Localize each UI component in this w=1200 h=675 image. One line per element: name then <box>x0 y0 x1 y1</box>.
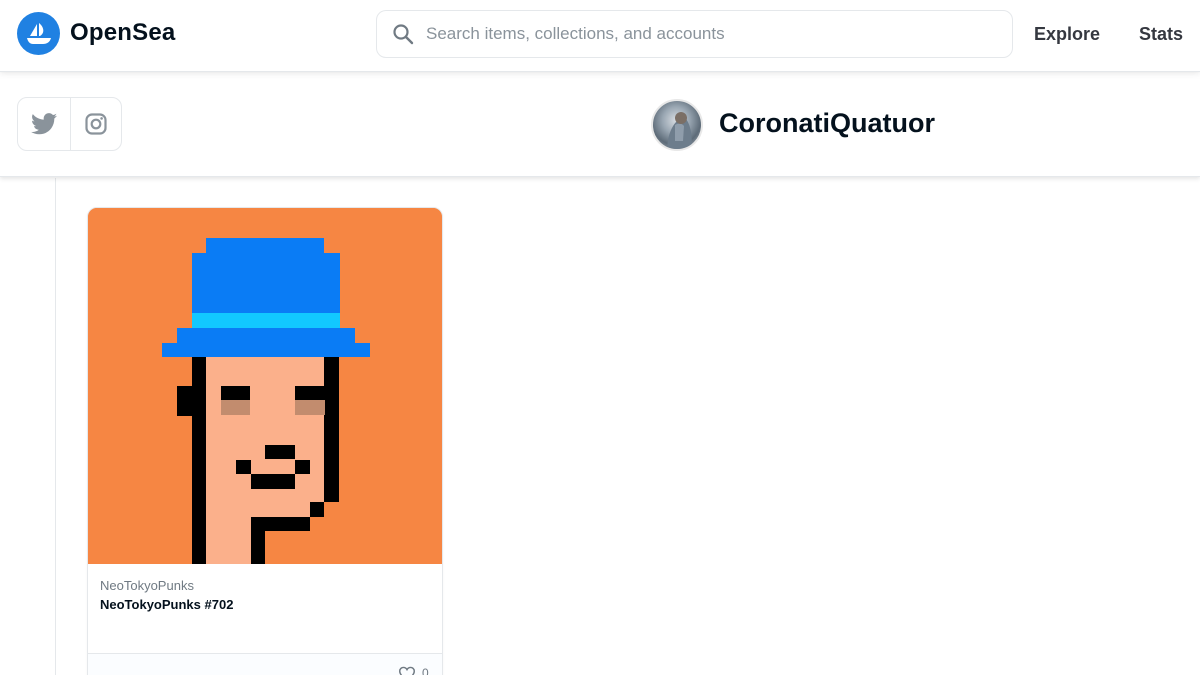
opensea-logo-icon[interactable] <box>17 12 60 55</box>
nav-explore-link[interactable]: Explore <box>1034 24 1100 45</box>
twitter-button[interactable] <box>18 98 70 150</box>
profile-username: CoronatiQuatuor <box>719 108 935 138</box>
search-icon <box>393 24 414 45</box>
instagram-icon <box>85 113 107 135</box>
item-collection-name[interactable]: NeoTokyoPunks <box>100 578 194 593</box>
avatar-image <box>667 112 692 149</box>
item-name[interactable]: NeoTokyoPunks #702 <box>100 597 233 612</box>
like-count: 0 <box>422 666 429 675</box>
social-links <box>17 97 122 151</box>
twitter-icon <box>30 113 57 135</box>
heart-icon[interactable] <box>398 666 416 675</box>
profile-header: CoronatiQuatuor <box>0 73 1200 177</box>
search-box[interactable] <box>376 10 1013 58</box>
search-input[interactable] <box>426 24 986 44</box>
brand-name[interactable]: OpenSea <box>70 19 175 47</box>
profile-avatar[interactable] <box>651 99 703 151</box>
card-footer: ••• 0 <box>88 653 442 675</box>
top-nav: OpenSea Explore Stats <box>0 0 1200 72</box>
instagram-button[interactable] <box>69 98 122 150</box>
content-divider <box>55 178 56 675</box>
nft-image[interactable] <box>88 208 443 564</box>
nft-item-card[interactable]: NeoTokyoPunks NeoTokyoPunks #702 ••• 0 <box>87 207 443 675</box>
nav-stats-link[interactable]: Stats <box>1139 24 1183 45</box>
